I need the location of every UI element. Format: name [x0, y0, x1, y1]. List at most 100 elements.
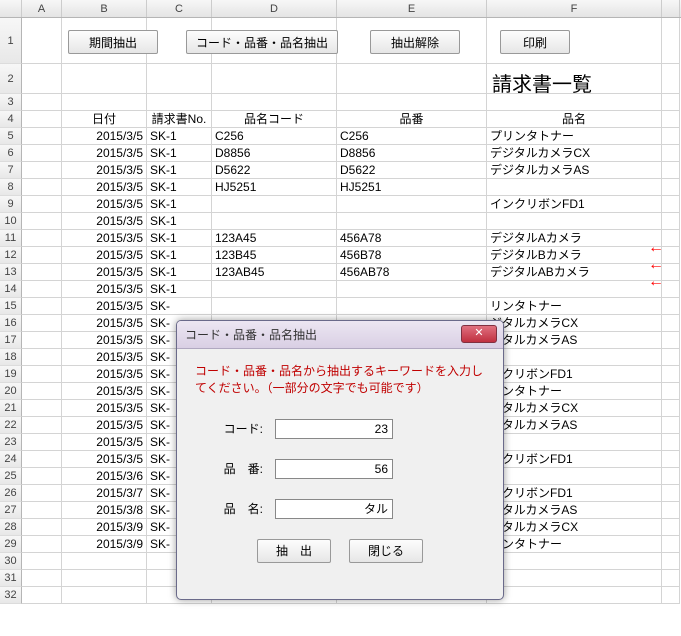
row-gutter[interactable]: 20 — [0, 383, 22, 400]
dialog-titlebar[interactable]: コード・品番・品名抽出 ✕ — [177, 321, 503, 349]
cell-name[interactable]: デジタルABカメラ — [487, 264, 662, 281]
row-gutter[interactable]: 22 — [0, 417, 22, 434]
cell-date[interactable] — [62, 587, 147, 604]
cell-name[interactable] — [487, 349, 662, 366]
cell[interactable] — [22, 298, 62, 315]
cell-partno[interactable]: 456B78 — [337, 247, 487, 264]
cell[interactable] — [22, 468, 62, 485]
cell[interactable] — [22, 502, 62, 519]
cell-date[interactable]: 2015/3/6 — [62, 468, 147, 485]
cell-date[interactable] — [62, 570, 147, 587]
cell-partno[interactable] — [337, 298, 487, 315]
cell[interactable] — [22, 451, 62, 468]
cell-name[interactable]: ジタルカメラAS — [487, 332, 662, 349]
cell[interactable] — [22, 162, 62, 179]
cell-date[interactable]: 2015/3/5 — [62, 417, 147, 434]
cell-date[interactable]: 2015/3/7 — [62, 485, 147, 502]
cell-code[interactable]: D5622 — [212, 162, 337, 179]
extract-button[interactable]: 抽 出 — [257, 539, 331, 563]
release-button[interactable]: 抽出解除 — [370, 30, 460, 54]
cell[interactable] — [22, 434, 62, 451]
cell-date[interactable]: 2015/3/8 — [62, 502, 147, 519]
cell-date[interactable]: 2015/3/5 — [62, 434, 147, 451]
row-gutter[interactable]: 29 — [0, 536, 22, 553]
cell-name[interactable]: リンタトナー — [487, 383, 662, 400]
cell-name[interactable]: ンクリボンFD1 — [487, 451, 662, 468]
cell-invoice[interactable]: SK-1 — [147, 281, 212, 298]
row-gutter[interactable]: 24 — [0, 451, 22, 468]
close-button[interactable]: 閉じる — [349, 539, 423, 563]
cell-partno[interactable] — [337, 281, 487, 298]
cell-date[interactable]: 2015/3/5 — [62, 383, 147, 400]
cell-name[interactable]: インクリボンFD1 — [487, 196, 662, 213]
cell[interactable] — [22, 536, 62, 553]
cell-date[interactable]: 2015/3/5 — [62, 332, 147, 349]
cell-date[interactable]: 2015/3/5 — [62, 230, 147, 247]
cell-partno[interactable] — [337, 196, 487, 213]
cell-invoice[interactable]: SK-1 — [147, 128, 212, 145]
row-gutter[interactable]: 2 — [0, 64, 22, 94]
cell-partno[interactable]: HJ5251 — [337, 179, 487, 196]
cell[interactable] — [22, 570, 62, 587]
cell-date[interactable]: 2015/3/9 — [62, 519, 147, 536]
cell-invoice[interactable]: SK-1 — [147, 145, 212, 162]
row-gutter[interactable]: 17 — [0, 332, 22, 349]
row-gutter[interactable]: 5 — [0, 128, 22, 145]
row-gutter[interactable]: 28 — [0, 519, 22, 536]
cell-name[interactable] — [487, 213, 662, 230]
name-input[interactable] — [275, 499, 393, 519]
cell-name[interactable] — [487, 553, 662, 570]
cell[interactable] — [22, 349, 62, 366]
cell-code[interactable]: C256 — [212, 128, 337, 145]
cell-name[interactable] — [487, 587, 662, 604]
cell-name[interactable]: デジタルカメラAS — [487, 162, 662, 179]
cell[interactable] — [22, 264, 62, 281]
cell[interactable] — [22, 145, 62, 162]
row-gutter[interactable]: 7 — [0, 162, 22, 179]
cell-partno[interactable]: 456A78 — [337, 230, 487, 247]
cell-invoice[interactable]: SK-1 — [147, 162, 212, 179]
row-gutter[interactable]: 16 — [0, 315, 22, 332]
cell[interactable] — [22, 400, 62, 417]
cell-partno[interactable]: C256 — [337, 128, 487, 145]
row-gutter[interactable]: 25 — [0, 468, 22, 485]
cell-date[interactable] — [62, 553, 147, 570]
row-gutter[interactable]: 6 — [0, 145, 22, 162]
row-gutter[interactable]: 12 — [0, 247, 22, 264]
cell-name[interactable] — [487, 179, 662, 196]
cell-name[interactable]: デジタルカメラCX — [487, 145, 662, 162]
cell-code[interactable]: HJ5251 — [212, 179, 337, 196]
cell-date[interactable]: 2015/3/5 — [62, 400, 147, 417]
row-gutter[interactable]: 19 — [0, 366, 22, 383]
cell-invoice[interactable]: SK-1 — [147, 264, 212, 281]
cell-invoice[interactable]: SK-1 — [147, 179, 212, 196]
code-input[interactable] — [275, 419, 393, 439]
cell-date[interactable]: 2015/3/5 — [62, 162, 147, 179]
cell-name[interactable]: ジタルカメラCX — [487, 400, 662, 417]
col-header-C[interactable]: C — [147, 0, 212, 17]
cell-date[interactable]: 2015/3/5 — [62, 451, 147, 468]
print-button[interactable]: 印刷 — [500, 30, 570, 54]
col-header-B[interactable]: B — [62, 0, 147, 17]
cell[interactable] — [22, 281, 62, 298]
cell-invoice[interactable]: SK- — [147, 298, 212, 315]
cell[interactable] — [22, 247, 62, 264]
cell-name[interactable] — [487, 570, 662, 587]
cell[interactable] — [22, 383, 62, 400]
col-header-F[interactable]: F — [487, 0, 662, 17]
cell[interactable] — [22, 417, 62, 434]
cell-date[interactable]: 2015/3/5 — [62, 281, 147, 298]
cell-date[interactable]: 2015/3/5 — [62, 179, 147, 196]
row-gutter[interactable]: 32 — [0, 587, 22, 604]
row-gutter[interactable]: 1 — [0, 18, 22, 64]
cell-date[interactable]: 2015/3/9 — [62, 536, 147, 553]
cell[interactable] — [22, 315, 62, 332]
row-gutter[interactable]: 13 — [0, 264, 22, 281]
cell-name[interactable] — [487, 468, 662, 485]
row-gutter[interactable]: 27 — [0, 502, 22, 519]
row-gutter[interactable]: 26 — [0, 485, 22, 502]
row-gutter[interactable]: 18 — [0, 349, 22, 366]
cell-code[interactable]: 123AB45 — [212, 264, 337, 281]
cell-date[interactable]: 2015/3/5 — [62, 213, 147, 230]
cell-name[interactable]: ジタルカメラCX — [487, 519, 662, 536]
